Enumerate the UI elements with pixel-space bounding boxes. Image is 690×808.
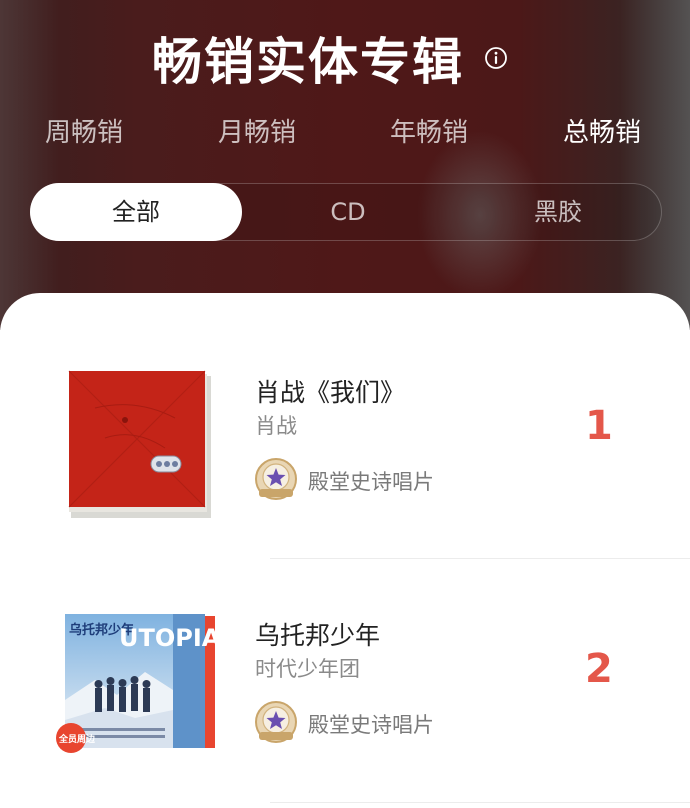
rank-number: 1 <box>585 403 613 449</box>
album-title: 乌托邦少年 <box>255 621 381 650</box>
header-banner: 畅销实体专辑 周畅销 月畅销 年畅销 总畅销 全部 CD 黑胶 <box>0 0 690 330</box>
tab-monthly[interactable]: 月畅销 <box>218 112 296 149</box>
medal-badge-icon <box>253 700 299 746</box>
cover-corner-text: 全员周边 <box>58 733 96 745</box>
list-item[interactable]: 肖战《我们》 肖战 殿堂史诗唱片 1 <box>0 293 690 559</box>
filter-all-button[interactable]: 全部 <box>30 183 242 241</box>
badge-label: 殿堂史诗唱片 <box>308 470 434 494</box>
tab-weekly[interactable]: 周畅销 <box>45 112 123 149</box>
album-list: 肖战《我们》 肖战 殿堂史诗唱片 1 乌托邦少年 UTOPIA 全员周边 乌托邦… <box>0 293 690 808</box>
badge-label: 殿堂史诗唱片 <box>308 713 434 737</box>
list-item[interactable]: 乌托邦少年 UTOPIA 全员周边 乌托邦少年 时代少年团 殿堂史诗唱片 2 <box>0 558 690 803</box>
page-title: 畅销实体专辑 <box>152 33 464 91</box>
album-artist: 时代少年团 <box>255 657 360 681</box>
title-bar: 畅销实体专辑 <box>152 22 508 94</box>
medal-badge-icon <box>253 457 299 503</box>
cover-side-text: UTOPIA <box>119 624 215 652</box>
filter-vinyl-button[interactable]: 黑胶 <box>453 183 663 241</box>
info-icon[interactable] <box>484 46 508 70</box>
album-title: 肖战《我们》 <box>255 378 406 407</box>
album-artist: 肖战 <box>255 414 297 438</box>
album-cover-red-icon <box>55 368 215 528</box>
album-cover-utopia-icon: 乌托邦少年 UTOPIA 全员周边 <box>55 610 221 770</box>
period-tabs: 周畅销 月畅销 年畅销 总畅销 <box>0 112 690 156</box>
tab-yearly[interactable]: 年畅销 <box>390 112 468 149</box>
filter-cd-button[interactable]: CD <box>243 183 453 241</box>
divider <box>270 802 690 803</box>
rank-number: 2 <box>585 646 613 692</box>
tab-all-time[interactable]: 总畅销 <box>563 112 641 149</box>
type-filter-toggle: 全部 CD 黑胶 <box>30 183 662 241</box>
